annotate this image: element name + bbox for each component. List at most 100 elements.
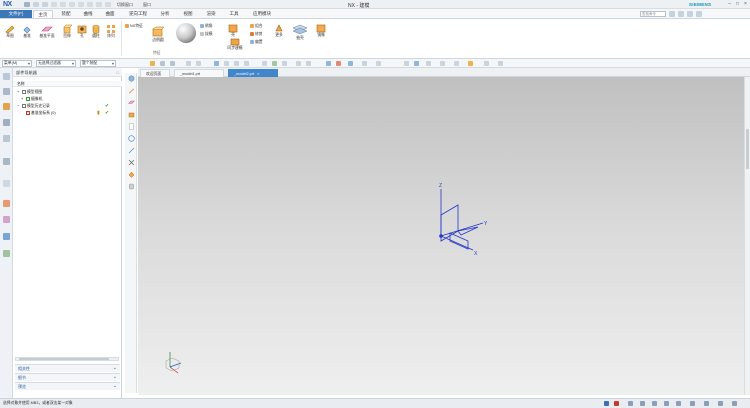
settings-icon[interactable]	[696, 11, 702, 17]
undo-icon[interactable]	[33, 2, 39, 7]
quadrant-icon[interactable]	[336, 61, 341, 66]
command-search-input[interactable]: 查找命令	[640, 11, 666, 17]
alert-icon[interactable]	[614, 401, 619, 406]
assembly-navigator-icon[interactable]	[3, 103, 10, 110]
help-icon[interactable]	[678, 11, 684, 17]
datum-plane-button[interactable]: 基准平面	[37, 24, 57, 39]
web-browser-icon[interactable]	[3, 158, 10, 165]
scope-dropdown[interactable]: 整个装配	[80, 60, 116, 67]
type-filter-dropdown[interactable]: 无选择过滤器	[36, 60, 76, 67]
mirror-button[interactable]: 镜像	[313, 23, 329, 38]
tab-assemblies[interactable]: 装配	[56, 10, 76, 18]
cut-icon[interactable]	[51, 2, 57, 7]
draft-button[interactable]: 拔模	[200, 31, 213, 37]
window-menu-button[interactable]: 窗口	[143, 2, 151, 8]
clipboard-icon[interactable]	[96, 2, 102, 7]
page-icon[interactable]	[128, 123, 135, 130]
cue-icon[interactable]	[604, 401, 609, 406]
wcs-icon[interactable]	[652, 401, 657, 406]
existing-point-icon[interactable]	[362, 61, 367, 66]
layer-icon[interactable]	[440, 61, 445, 66]
column-name[interactable]: 名称	[17, 81, 25, 87]
tab-view[interactable]: 视图	[178, 10, 198, 18]
roles-status-icon[interactable]	[718, 401, 723, 406]
orient-view-icon[interactable]	[498, 61, 503, 66]
deselect-icon[interactable]	[160, 61, 165, 66]
expand-icon[interactable]: +	[21, 96, 23, 102]
tab-welcome[interactable]: 欢迎页面	[140, 69, 170, 77]
copy-icon[interactable]	[60, 2, 66, 7]
block-icon[interactable]	[128, 111, 135, 118]
scrollbar-thumb[interactable]	[19, 358, 109, 360]
offset-button[interactable]: 偏置	[250, 39, 263, 45]
snap-status-icon[interactable]	[676, 401, 681, 406]
edge-blend-button[interactable]: 边倒圆	[150, 26, 166, 43]
zoom-icon[interactable]	[234, 61, 239, 66]
process-studio-icon[interactable]	[3, 216, 10, 223]
grid-icon[interactable]	[196, 61, 201, 66]
select-icon[interactable]	[150, 61, 155, 66]
trim-button[interactable]: 修剪	[250, 31, 263, 37]
sphere-button[interactable]	[174, 22, 198, 44]
datum-csys[interactable]	[439, 189, 484, 251]
part-navigator-icon[interactable]	[3, 88, 10, 95]
curve-point-icon[interactable]	[376, 61, 381, 66]
ribbon-options-icon[interactable]	[687, 11, 693, 17]
tab-home[interactable]: 主页	[33, 10, 53, 18]
panel-details[interactable]: 细节	[15, 373, 120, 381]
graphics-window[interactable]: Z Y X	[138, 77, 744, 395]
expand-icon[interactable]: +	[17, 89, 19, 95]
reuse-library-icon[interactable]	[3, 135, 10, 142]
section-icon[interactable]	[426, 61, 431, 66]
rotate-icon[interactable]	[244, 61, 249, 66]
more-button[interactable]: 更多	[272, 23, 286, 38]
paste-icon[interactable]	[69, 2, 75, 7]
redo-icon[interactable]	[42, 2, 48, 7]
sketch-button[interactable]: 草图	[3, 24, 17, 39]
tab-model1[interactable]: _model1.prt	[174, 69, 224, 77]
view-icon[interactable]	[214, 61, 219, 66]
navigator-scrollbar[interactable]	[15, 357, 119, 361]
menu-dropdown[interactable]: 菜单(M)	[2, 60, 32, 67]
shading-icon[interactable]	[404, 61, 409, 66]
cylinder-tool-icon[interactable]	[128, 183, 135, 190]
touch-mode-icon[interactable]	[87, 2, 93, 7]
hole-button[interactable]: 孔	[76, 24, 88, 39]
tree-row-camera[interactable]: + 摄像机	[13, 96, 122, 102]
datum-button[interactable]: 基准	[18, 24, 36, 39]
point-icon[interactable]	[282, 61, 287, 66]
render-style-icon[interactable]	[484, 61, 489, 66]
tree-row-datum-csys[interactable]: 基准坐标系 (0) ▮ ✔	[13, 110, 122, 116]
layer-status-icon[interactable]	[640, 401, 645, 406]
intersection-icon[interactable]	[348, 61, 353, 66]
system-scene-icon[interactable]	[3, 250, 10, 257]
settings-status-icon[interactable]	[732, 401, 737, 406]
show-hide-icon[interactable]	[454, 61, 459, 66]
endpoint-icon[interactable]	[296, 61, 301, 66]
search-icon[interactable]	[669, 11, 675, 17]
tab-curve[interactable]: 曲线	[78, 10, 98, 18]
view-status-icon[interactable]	[690, 401, 695, 406]
cross-icon[interactable]	[128, 159, 135, 166]
close-tab-icon[interactable]: ×	[257, 71, 259, 76]
roles-icon[interactable]	[3, 233, 10, 240]
repeat-command-icon[interactable]	[78, 2, 84, 7]
tab-reverse-engineering[interactable]: 逆向工程	[124, 10, 152, 18]
info-icon[interactable]	[628, 401, 633, 406]
line-icon[interactable]	[272, 61, 277, 66]
extrude-button[interactable]: 拉伸	[60, 24, 74, 39]
panel-preview[interactable]: 预览	[15, 382, 120, 390]
combine-button[interactable]: 组合	[250, 23, 263, 29]
filter-icon[interactable]	[170, 61, 175, 66]
wireframe-icon[interactable]	[414, 61, 419, 66]
tab-file[interactable]: 文件(F)	[0, 10, 32, 18]
units-icon[interactable]	[664, 401, 669, 406]
pencil-icon[interactable]	[128, 87, 135, 94]
snap-icon[interactable]	[186, 61, 191, 66]
gear-icon[interactable]	[3, 73, 10, 80]
collapse-icon[interactable]: −	[17, 103, 19, 109]
line-tool-icon[interactable]	[128, 147, 135, 154]
history-icon[interactable]	[3, 180, 10, 187]
layout-icon[interactable]	[105, 2, 111, 7]
close-icon[interactable]: ×	[742, 1, 749, 7]
